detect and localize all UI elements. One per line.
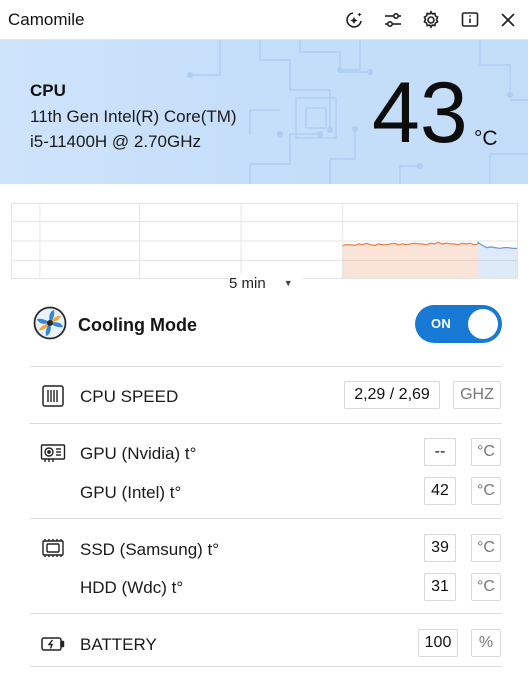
- series-0-area: [342, 242, 479, 278]
- storage-drive-icon: [40, 535, 66, 561]
- title-bar: Camomile: [0, 0, 528, 40]
- ai-sparkle-icon[interactable]: [342, 8, 366, 32]
- gpu-nvidia-value: --: [424, 438, 456, 466]
- hdd-value: 31: [424, 573, 456, 601]
- cooling-mode-label: Cooling Mode: [78, 315, 197, 335]
- gpu-intel-unit: °C: [471, 477, 501, 505]
- toggle-knob: [468, 309, 498, 339]
- toggle-state-label: ON: [431, 316, 452, 331]
- cpu-label: CPU: [30, 81, 66, 100]
- chevron-down-icon: ▼: [283, 278, 293, 288]
- divider: [30, 666, 502, 667]
- cpu-model-line1: 11th Gen Intel(R) Core(TM): [30, 107, 237, 126]
- cpu-speed-label: CPU SPEED: [80, 387, 179, 406]
- battery-charging-icon: [40, 631, 66, 657]
- close-icon[interactable]: [496, 8, 520, 32]
- cpu-speed-value: 2,29 / 2,69: [344, 381, 440, 409]
- divider: [30, 366, 502, 367]
- ssd-unit: °C: [471, 534, 501, 562]
- sliders-icon[interactable]: [381, 8, 405, 32]
- ssd-value: 39: [424, 534, 456, 562]
- gpu-intel-value: 42: [424, 477, 456, 505]
- ssd-label: SSD (Samsung) t°: [80, 540, 220, 559]
- app-title: Camomile: [8, 10, 85, 29]
- cpu-speed-unit: GHZ: [453, 381, 501, 409]
- gpu-nvidia-label: GPU (Nvidia) t°: [80, 444, 197, 463]
- temperature-history-chart: [11, 203, 518, 279]
- battery-label: BATTERY: [80, 635, 157, 654]
- time-range-dropdown[interactable]: 5 min ▼: [229, 273, 303, 293]
- divider: [30, 613, 502, 614]
- divider: [30, 423, 502, 424]
- cpu-temperature-unit: °C: [474, 127, 498, 150]
- battery-value: 100: [418, 629, 458, 657]
- gear-icon[interactable]: [419, 8, 443, 32]
- fan-icon: [33, 306, 67, 340]
- gpu-nvidia-unit: °C: [471, 438, 501, 466]
- cooling-mode-toggle[interactable]: ON: [415, 305, 502, 343]
- divider: [30, 518, 502, 519]
- cooling-mode-row: Cooling Mode ON: [30, 303, 502, 347]
- time-range-value: 5 min: [229, 274, 266, 292]
- cpu-model-line2: i5-11400H @ 2.70GHz: [30, 132, 201, 151]
- temperature-chart-svg: [12, 204, 517, 278]
- info-icon[interactable]: [458, 8, 482, 32]
- gpu-card-icon: [40, 440, 66, 466]
- gpu-intel-label: GPU (Intel) t°: [80, 483, 182, 502]
- cpu-banner: CPU 11th Gen Intel(R) Core(TM) i5-11400H…: [0, 40, 528, 184]
- hdd-unit: °C: [471, 573, 501, 601]
- battery-unit: %: [471, 629, 501, 657]
- cpu-chip-icon: [40, 383, 66, 409]
- cpu-temperature-value: 43: [372, 65, 468, 161]
- hdd-label: HDD (Wdc) t°: [80, 578, 184, 597]
